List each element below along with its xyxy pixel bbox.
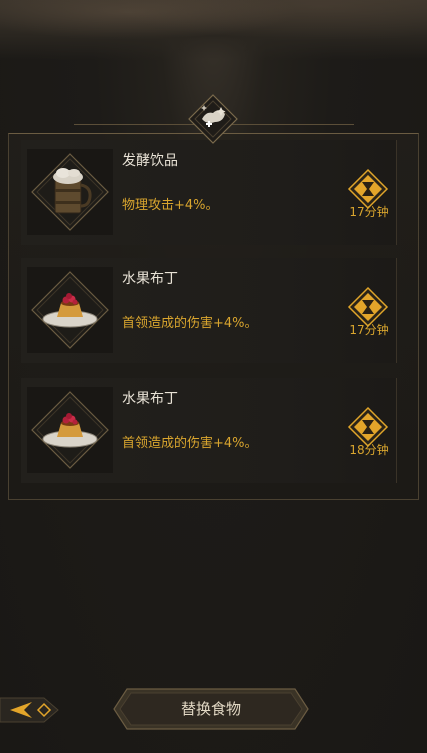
food-effect: 物理攻击+4%。 [122,198,219,213]
food-thumbnail [27,149,113,235]
food-effect: 首领造成的伤害+4%。 [122,316,258,331]
food-name: 水果布丁 [122,391,178,407]
food-row-2[interactable]: 水果布丁 首领造成的伤害+4%。 17分钟 [21,258,397,363]
background-artwork [0,0,427,60]
mug-icon [31,153,109,231]
pudding-icon [31,391,109,469]
food-effect: 首领造成的伤害+4%。 [122,436,258,451]
food-panel: 发酵饮品 物理攻击+4%。 17分钟 水果布丁 首领造成的伤害+4%。 17分钟… [8,133,419,500]
food-name: 水果布丁 [122,271,178,287]
food-thumbnail [27,267,113,353]
food-buff-screen: 发酵饮品 物理攻击+4%。 17分钟 水果布丁 首领造成的伤害+4%。 17分钟… [0,0,427,753]
food-row-1[interactable]: 发酵饮品 物理攻击+4%。 17分钟 [21,140,397,245]
food-buff-emblem-icon [188,94,238,144]
food-row-3[interactable]: 水果布丁 首领造成的伤害+4%。 18分钟 [21,378,397,483]
food-thumbnail [27,387,113,473]
duration-label: 17分钟 [349,323,389,337]
food-name: 发酵饮品 [122,153,178,169]
replace-food-label: 替换食物 [180,700,241,718]
duration-label: 18分钟 [349,443,389,457]
duration-label: 17分钟 [349,205,389,219]
back-button[interactable] [0,692,62,728]
pudding-icon [31,271,109,349]
replace-food-button[interactable]: 替换食物 [113,688,309,730]
